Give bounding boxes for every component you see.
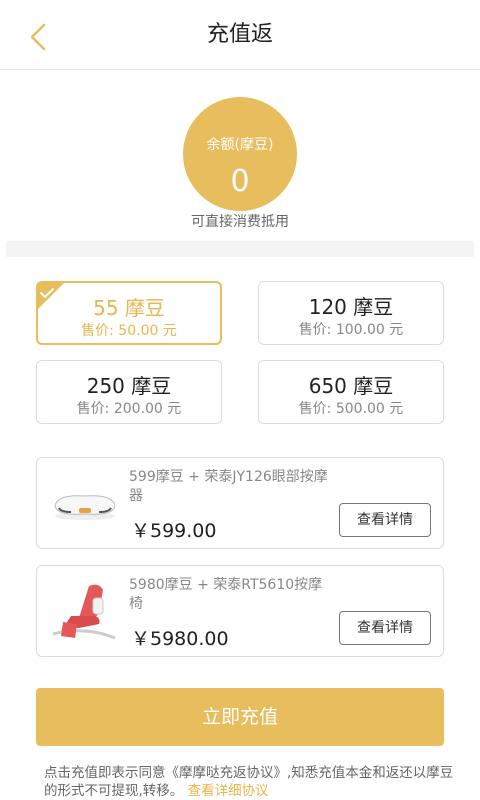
recharge-now-button[interactable]: 立即充值 — [36, 688, 444, 746]
section-divider — [6, 241, 474, 257]
option-650[interactable]: 650 摩豆 售价: 500.00 元 — [258, 360, 444, 424]
recharge-page: 充值返 余额(摩豆) 0 可直接消费抵用 55 摩豆 售价: 50.00 元 1… — [0, 0, 480, 800]
product-price: ￥5980.00 — [131, 628, 229, 650]
option-amount: 55 摩豆 — [93, 296, 165, 320]
option-price: 售价: 50.00 元 — [81, 323, 177, 339]
product-price: ￥599.00 — [131, 520, 217, 542]
option-price: 售价: 100.00 元 — [298, 322, 404, 338]
eye-massager-image — [54, 495, 116, 520]
option-amount: 650 摩豆 — [308, 374, 394, 398]
product-card-eye-massager: 599摩豆 + 荣泰JY126眼部按摩器 ￥599.00 查看详情 — [36, 457, 444, 549]
view-details-button[interactable]: 查看详情 — [339, 611, 431, 645]
agreement-text: 点击充值即表示同意《摩摩哒充返协议》,知悉充值本金和返还以摩豆的形式不可提现,转… — [44, 764, 454, 800]
agreement-link[interactable]: 查看详细协议 — [188, 783, 269, 799]
option-price: 售价: 500.00 元 — [298, 401, 404, 417]
product-name: 5980摩豆 + 荣泰RT5610按摩椅 — [129, 577, 323, 612]
option-55[interactable]: 55 摩豆 售价: 50.00 元 — [36, 281, 222, 345]
product-name: 599摩豆 + 荣泰JY126眼部按摩器 — [129, 469, 328, 504]
option-amount: 250 摩豆 — [86, 374, 172, 398]
option-price: 售价: 200.00 元 — [76, 401, 182, 417]
header-bar: 充值返 — [0, 0, 480, 70]
option-amount: 120 摩豆 — [308, 295, 394, 319]
page-title: 充值返 — [206, 22, 273, 47]
option-250[interactable]: 250 摩豆 售价: 200.00 元 — [36, 360, 222, 424]
balance-value: 0 — [230, 164, 250, 199]
chevron-left-icon — [30, 23, 46, 51]
back-button[interactable] — [18, 17, 58, 57]
balance-section: 余额(摩豆) 0 可直接消费抵用 — [0, 71, 480, 241]
view-details-button[interactable]: 查看详情 — [339, 503, 431, 537]
option-120[interactable]: 120 摩豆 售价: 100.00 元 — [258, 281, 444, 345]
balance-circle: 余额(摩豆) 0 — [183, 97, 297, 211]
balance-label: 余额(摩豆) — [206, 137, 274, 153]
massage-chair-image — [52, 584, 116, 640]
product-card-massage-chair: 5980摩豆 + 荣泰RT5610按摩椅 ￥5980.00 查看详情 — [36, 565, 444, 657]
balance-note: 可直接消费抵用 — [191, 214, 289, 230]
